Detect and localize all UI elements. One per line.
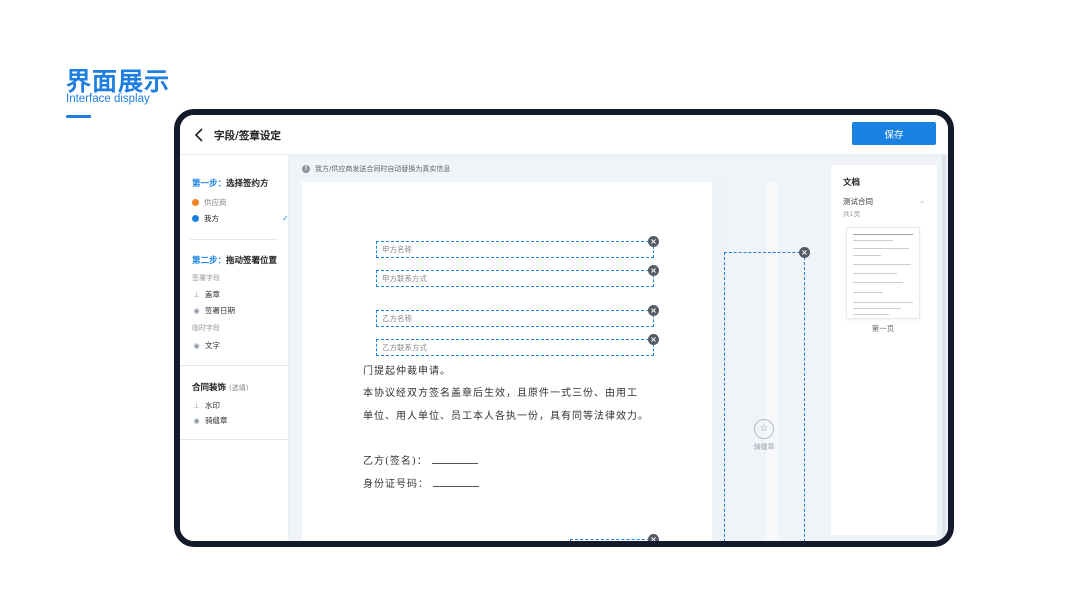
page-title: 字段/签章设定 bbox=[214, 130, 281, 142]
close-icon[interactable]: × bbox=[648, 236, 659, 247]
notice-bar: ! 我方/供应商发送合同时自动替换为真实信息 bbox=[302, 164, 450, 174]
seam-seal-label: 骑缝章 bbox=[753, 443, 775, 451]
scrollbar[interactable] bbox=[942, 155, 946, 541]
id-line: 身份证号码： bbox=[363, 475, 479, 490]
close-icon[interactable]: × bbox=[648, 305, 659, 316]
supplier-dot-icon bbox=[192, 199, 199, 206]
close-icon[interactable]: × bbox=[648, 534, 659, 541]
hero-underline bbox=[66, 115, 91, 118]
party-self[interactable]: 我方 ✓ bbox=[192, 213, 289, 224]
thumb-line bbox=[853, 273, 897, 274]
star-icon: ☆ bbox=[754, 419, 774, 439]
thumb-line bbox=[853, 314, 889, 315]
thumb-line bbox=[853, 234, 913, 235]
sidebar-divider bbox=[180, 439, 289, 440]
thumb-line bbox=[853, 302, 913, 303]
sign-fields-label: 签署字段 bbox=[192, 274, 220, 282]
clock-icon: ◉ bbox=[193, 306, 200, 315]
step-two-prefix: 第二步： bbox=[192, 256, 227, 266]
thumb-line bbox=[853, 248, 909, 249]
id-number-label: 身份证号码： bbox=[363, 479, 429, 490]
party-self-label: 我方 bbox=[204, 214, 219, 223]
thumb-line bbox=[853, 255, 881, 256]
seam-seal-box[interactable]: ☆ 骑缝章 bbox=[724, 252, 805, 541]
thumb-line bbox=[853, 308, 901, 309]
seam-seal-icon: ◉ bbox=[193, 416, 200, 425]
field-item-sign-date[interactable]: ◉ 签署日期 bbox=[192, 305, 235, 316]
page-thumbnail-label: 第一页 bbox=[871, 324, 895, 333]
sidebar-divider bbox=[180, 365, 289, 366]
decoration-seam-seal[interactable]: ◉ 骑缝章 bbox=[192, 415, 228, 426]
sidebar: 第一步：选择签约方 供应商 我方 ✓ 第二步：拖动签署位置 签署字段 ⊥ 盖章 … bbox=[180, 155, 289, 541]
device-frame: 字段/签章设定 保存 第一步：选择签约方 供应商 我方 ✓ 第二步：拖动签署位置… bbox=[174, 109, 954, 547]
chevron-down-icon[interactable]: ⌄ bbox=[919, 197, 925, 205]
close-icon[interactable]: × bbox=[648, 334, 659, 345]
document-page: 甲方名称 × 甲方联系方式 × 乙方名称 × 乙方联系方式 × 门提起仲裁申请。… bbox=[302, 182, 712, 541]
back-button[interactable] bbox=[194, 127, 208, 143]
field-box-partial[interactable] bbox=[570, 539, 650, 541]
thumb-line bbox=[853, 264, 911, 265]
app-header: 字段/签章设定 保存 bbox=[180, 115, 948, 155]
decoration-heading: 合同装饰 (选填) bbox=[192, 381, 248, 393]
thumb-line bbox=[853, 282, 903, 283]
step-one-text: 选择签约方 bbox=[226, 179, 269, 189]
party-supplier[interactable]: 供应商 bbox=[192, 197, 227, 208]
workspace: 第一步：选择签约方 供应商 我方 ✓ 第二步：拖动签署位置 签署字段 ⊥ 盖章 … bbox=[180, 155, 948, 541]
info-icon: ! bbox=[302, 165, 310, 173]
field-item-text-label: 文字 bbox=[205, 341, 220, 350]
document-panel: 文档 测试合同 ⌄ 共1页 第一页 bbox=[831, 165, 937, 535]
hero-subtitle: Interface display bbox=[66, 93, 150, 105]
page-count: 共1页 bbox=[843, 210, 861, 218]
signature-underline bbox=[431, 456, 478, 464]
field-box-party-a-contact[interactable]: 甲方联系方式 bbox=[376, 270, 654, 287]
signature-name-label: 乙方(签名)： bbox=[363, 456, 428, 467]
close-icon[interactable]: × bbox=[648, 265, 659, 276]
step-one-heading: 第一步：选择签约方 bbox=[192, 177, 269, 189]
watermark-icon: ⊥ bbox=[193, 401, 200, 410]
page-thumbnail[interactable] bbox=[846, 227, 920, 319]
self-dot-icon bbox=[192, 215, 199, 222]
field-box-party-b-name[interactable]: 乙方名称 bbox=[376, 310, 654, 327]
text-icon: ◉ bbox=[193, 341, 200, 350]
decoration-seam-seal-label: 骑缝章 bbox=[205, 416, 228, 425]
field-item-seal-label: 盖章 bbox=[205, 290, 220, 299]
step-two-heading: 第二步：拖动签署位置 bbox=[192, 254, 277, 266]
document-line: 单位、用人单位、员工本人各执一份，具有同等法律效力。 bbox=[363, 411, 649, 422]
step-two-text: 拖动签署位置 bbox=[226, 256, 278, 266]
id-underline bbox=[433, 479, 479, 487]
check-icon: ✓ bbox=[282, 214, 289, 223]
chevron-left-icon bbox=[194, 128, 203, 142]
field-item-seal[interactable]: ⊥ 盖章 bbox=[192, 289, 220, 300]
document-panel-title: 文档 bbox=[843, 178, 861, 188]
field-item-sign-date-label: 签署日期 bbox=[205, 306, 235, 315]
field-item-text[interactable]: ◉ 文字 bbox=[192, 340, 220, 351]
sidebar-divider bbox=[190, 239, 278, 240]
step-one-prefix: 第一步： bbox=[192, 179, 227, 189]
temp-fields-label: 临时字段 bbox=[192, 324, 220, 332]
document-select[interactable]: 测试合同 bbox=[843, 196, 873, 207]
stamp-icon: ⊥ bbox=[193, 290, 200, 299]
save-button[interactable]: 保存 bbox=[852, 122, 936, 145]
thumb-line bbox=[853, 292, 883, 293]
decoration-hint: (选填) bbox=[228, 384, 249, 392]
close-icon[interactable]: × bbox=[799, 247, 810, 258]
decoration-title: 合同装饰 bbox=[192, 383, 227, 393]
field-box-party-a-name[interactable]: 甲方名称 bbox=[376, 241, 654, 258]
seam-seal-placeholder: ☆ 骑缝章 bbox=[739, 419, 789, 452]
document-line: 本协议经双方签名盖章后生效，且原件一式三份、由用工 bbox=[363, 388, 638, 399]
decoration-watermark[interactable]: ⊥ 水印 bbox=[192, 400, 220, 411]
party-supplier-label: 供应商 bbox=[204, 198, 227, 207]
decoration-watermark-label: 水印 bbox=[205, 401, 220, 410]
document-line: 门提起仲裁申请。 bbox=[363, 366, 451, 377]
signature-line: 乙方(签名)： bbox=[363, 452, 478, 467]
notice-text: 我方/供应商发送合同时自动替换为真实信息 bbox=[315, 165, 451, 173]
thumb-line bbox=[853, 240, 893, 241]
field-box-party-b-contact[interactable]: 乙方联系方式 bbox=[376, 339, 654, 356]
